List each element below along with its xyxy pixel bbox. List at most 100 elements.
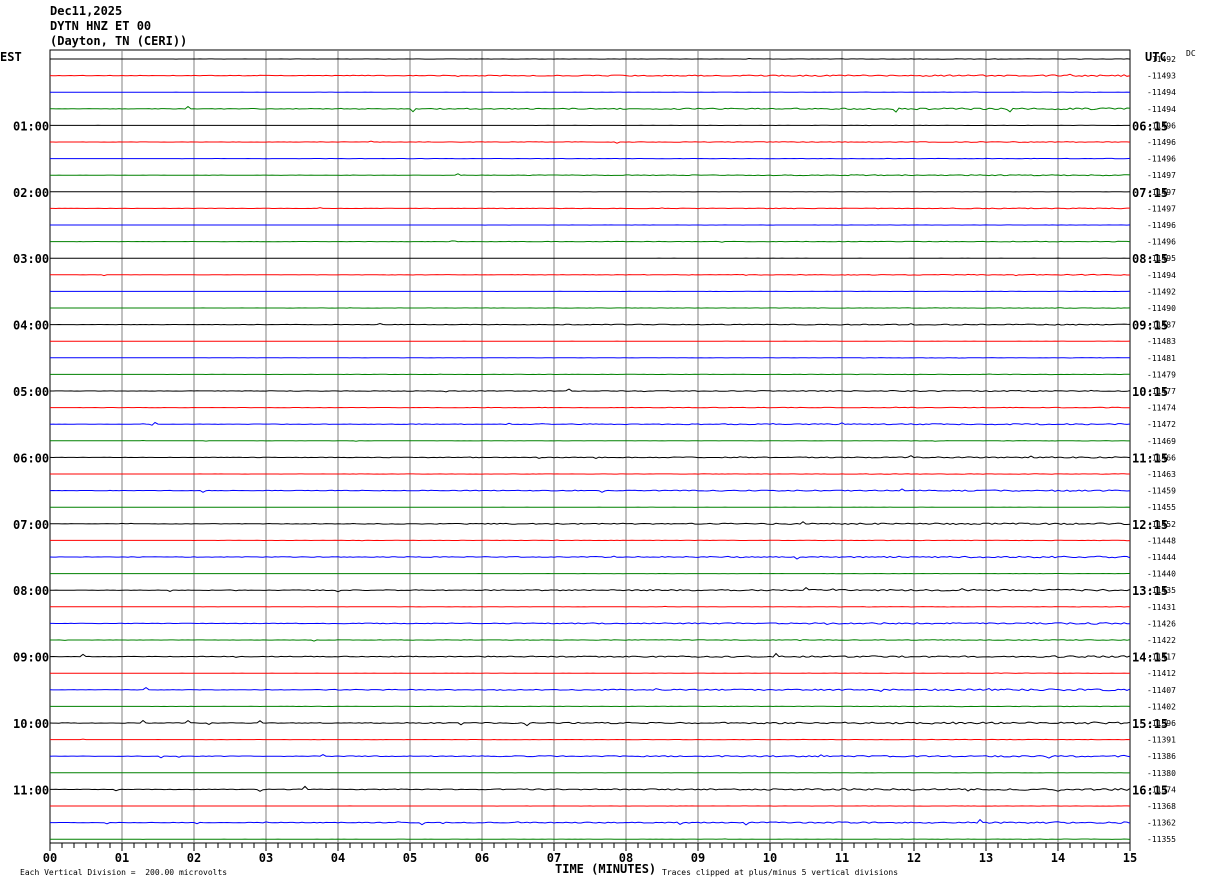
trace-line — [49, 754, 1131, 759]
footer-scale-note: Each Vertical Division = 200.00 microvol… — [20, 868, 228, 877]
dc-offset-label: -11469 — [1147, 437, 1176, 446]
trace-line — [50, 622, 1130, 626]
dc-offset-label: -11391 — [1147, 736, 1176, 745]
dc-offset-label: -11494 — [1147, 105, 1176, 114]
dc-offset-label: -11448 — [1147, 536, 1176, 545]
dc-offset-label: -11492 — [1147, 287, 1176, 296]
dc-offset-label: -11431 — [1147, 603, 1176, 612]
x-tick-label: 13 — [979, 851, 993, 865]
right-timezone-label: UTC — [1145, 50, 1167, 64]
trace-line — [50, 322, 1131, 326]
right-hour-label: 07:15 — [1132, 186, 1168, 200]
x-tick-label: 04 — [331, 851, 345, 865]
dc-offset-label: -11455 — [1147, 503, 1176, 512]
plot-frame — [49, 49, 1131, 844]
dc-offset-label: -11481 — [1147, 354, 1176, 363]
trace-line — [50, 521, 1131, 526]
trace-line — [49, 555, 1131, 560]
trace-line — [49, 455, 1131, 460]
trace-line — [50, 639, 1131, 642]
dc-offset-label: -11412 — [1147, 669, 1176, 678]
dc-offset-label: -11483 — [1147, 337, 1176, 346]
dc-offset-label: -11422 — [1147, 636, 1176, 645]
x-tick-label: 10 — [763, 851, 777, 865]
trace-line — [50, 406, 1130, 409]
trace-line — [50, 373, 1130, 376]
dc-offset-label: -11355 — [1147, 835, 1176, 844]
trace-line — [50, 357, 1131, 359]
left-hour-label: 04:00 — [13, 319, 49, 333]
trace-line — [50, 439, 1130, 442]
left-timezone-label: EST — [0, 50, 22, 64]
x-tick-label: 06 — [475, 851, 489, 865]
right-hour-label: 11:15 — [1132, 451, 1168, 465]
trace-line — [49, 73, 1131, 78]
trace-line — [50, 738, 1131, 741]
dc-header-label: DC — [1186, 49, 1196, 58]
dc-offset-label: -11494 — [1147, 271, 1176, 280]
right-hour-label: 08:15 — [1132, 252, 1168, 266]
x-tick-label: 05 — [403, 851, 417, 865]
dc-offset-label: -11440 — [1147, 570, 1176, 579]
dc-offset-label: -11496 — [1147, 221, 1176, 230]
trace-line — [49, 686, 1131, 692]
location-label: (Dayton, TN (CERI)) — [50, 34, 188, 48]
x-tick-label: 14 — [1051, 851, 1065, 865]
left-hour-label: 11:00 — [13, 783, 49, 797]
left-hour-label: 09:00 — [13, 651, 49, 665]
dc-offset-label: -11386 — [1147, 752, 1176, 761]
trace-line — [49, 488, 1131, 493]
dc-offset-label: -11380 — [1147, 769, 1176, 778]
right-hour-label: 16:15 — [1132, 783, 1168, 797]
trace-line — [50, 388, 1131, 393]
trace-line — [50, 586, 1131, 593]
x-tick-label: 11 — [835, 851, 849, 865]
trace-line — [49, 421, 1131, 426]
date-label: Dec11,2025 — [50, 4, 123, 18]
x-tick-label: 12 — [907, 851, 921, 865]
left-hour-label: 01:00 — [13, 119, 49, 133]
x-axis-title: TIME (MINUTES) — [555, 862, 657, 876]
right-hour-label: 15:15 — [1132, 717, 1168, 731]
dc-offset-label: -11496 — [1147, 138, 1176, 147]
dc-offset-label: -11493 — [1147, 72, 1176, 81]
dc-offset-label: -11496 — [1147, 238, 1176, 247]
trace-line — [50, 240, 1131, 243]
left-hour-label: 07:00 — [13, 518, 49, 532]
dc-offset-label: -11362 — [1147, 819, 1176, 828]
trace-line — [50, 57, 1131, 60]
right-hour-label: 12:15 — [1132, 518, 1168, 532]
dc-offset-label: -11496 — [1147, 155, 1176, 164]
trace-line — [50, 473, 1130, 475]
right-hour-label: 14:15 — [1132, 651, 1168, 665]
dc-offset-label: -11463 — [1147, 470, 1176, 479]
trace-line — [50, 105, 1131, 113]
trace-line — [50, 207, 1130, 210]
trace-line — [50, 705, 1131, 708]
trace-line — [50, 838, 1131, 840]
dc-offset-label: -11474 — [1147, 404, 1176, 413]
dc-offset-label: -11472 — [1147, 420, 1176, 429]
trace-line — [50, 539, 1131, 542]
trace-line — [50, 173, 1131, 177]
dc-offset-label: -11444 — [1147, 553, 1176, 562]
trace-line — [50, 818, 1131, 826]
x-tick-label: 01 — [115, 851, 129, 865]
dc-offset-label: -11497 — [1147, 171, 1176, 180]
trace-line — [50, 605, 1130, 608]
trace-line — [50, 140, 1131, 144]
footer-clip-note: Traces clipped at plus/minus 5 vertical … — [662, 868, 899, 877]
trace-line — [49, 652, 1131, 658]
x-tick-label: 02 — [187, 851, 201, 865]
left-hour-label: 06:00 — [13, 451, 49, 465]
dc-offset-label: -11494 — [1147, 88, 1176, 97]
dc-offset-label: -11490 — [1147, 304, 1176, 313]
dc-offset-label: -11497 — [1147, 204, 1176, 213]
right-hour-label: 13:15 — [1132, 584, 1168, 598]
left-hour-label: 05:00 — [13, 385, 49, 399]
trace-line — [50, 273, 1130, 277]
trace-line — [50, 785, 1131, 792]
x-tick-label: 00 — [43, 851, 57, 865]
dc-offset-label: -11479 — [1147, 370, 1176, 379]
dc-offset-label: -11407 — [1147, 686, 1176, 695]
